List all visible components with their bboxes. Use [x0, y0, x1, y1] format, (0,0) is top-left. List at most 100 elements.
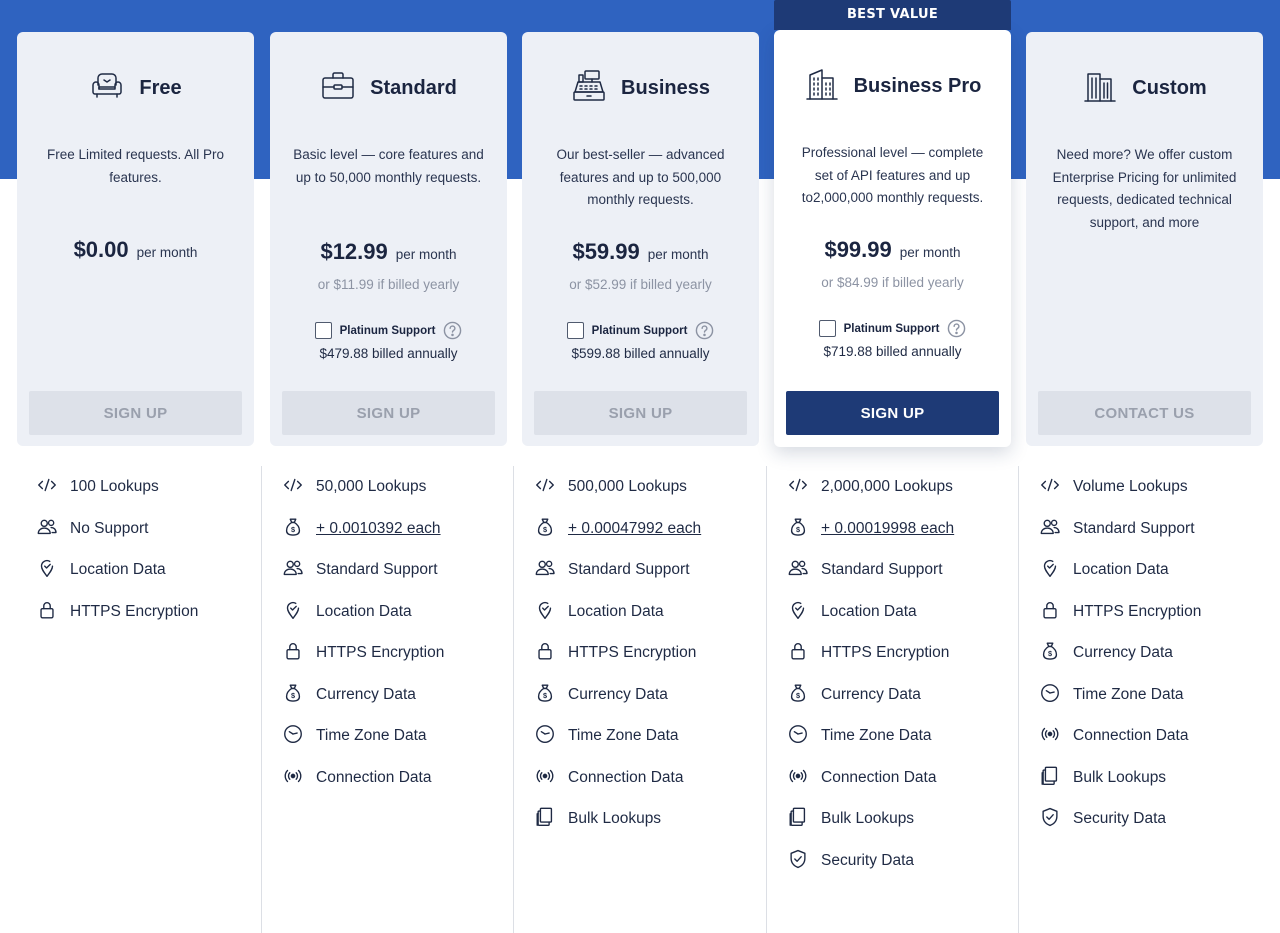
feature-label: Standard Support [1073, 520, 1195, 537]
price-period: per month [136, 245, 198, 260]
money-bag-icon: $ [282, 516, 304, 543]
briefcase-icon [320, 68, 356, 108]
users-icon [534, 557, 556, 584]
sign-up-button[interactable]: SIGN UP [282, 391, 495, 435]
price-row: $12.99 per month [270, 239, 507, 265]
feature-label: HTTPS Encryption [316, 644, 445, 661]
feature-item: Time Zone Data [787, 721, 932, 751]
help-icon[interactable] [947, 319, 966, 338]
signal-icon [534, 765, 556, 792]
platinum-support-checkbox[interactable] [314, 322, 332, 339]
plan-name: Custom [1132, 76, 1207, 99]
feature-label: Location Data [1073, 561, 1169, 578]
feature-item[interactable]: $ + 0.00019998 each [787, 514, 954, 544]
feature-item: Connection Data [534, 763, 683, 793]
help-icon[interactable] [443, 321, 462, 340]
money-bag-icon: $ [787, 682, 809, 709]
users-icon [1039, 516, 1061, 543]
clock-icon [1039, 682, 1061, 709]
location-icon [787, 599, 809, 626]
lock-icon [787, 640, 809, 667]
platinum-support-checkbox[interactable] [566, 322, 584, 339]
svg-text:$: $ [291, 691, 295, 700]
platinum-support-label: Platinum Support [591, 324, 688, 337]
price-value: $59.99 [572, 239, 640, 264]
annual-price: $599.88 billed annually [571, 346, 710, 361]
money-bag-icon: $ [534, 682, 556, 709]
feature-item[interactable]: $ + 0.00047992 each [534, 514, 701, 544]
platinum-support-checkbox[interactable] [818, 320, 836, 337]
code-icon [787, 474, 809, 501]
sign-up-button[interactable]: SIGN UP [534, 391, 747, 435]
price-period: per month [647, 247, 709, 262]
plan-name: Free [139, 76, 182, 99]
clock-icon [787, 723, 809, 750]
feature-list: 500,000 Lookups $ + 0.00047992 each Standar… [513, 466, 765, 933]
feature-item: HTTPS Encryption [787, 638, 949, 668]
clock-icon [282, 723, 304, 750]
location-icon [534, 599, 556, 626]
feature-label: No Support [70, 520, 149, 537]
feature-item: $ Currency Data [787, 680, 921, 710]
contact-us-button[interactable]: CONTACT US [1038, 391, 1251, 435]
pricing-plans: Free Free Limited requests. All Pro featu… [0, 0, 1280, 933]
feature-item: Security Data [1039, 804, 1166, 834]
svg-text:$: $ [796, 691, 800, 700]
feature-item: $ Currency Data [1039, 638, 1173, 668]
lock-icon [36, 599, 58, 626]
per-lookup-price-link[interactable]: + 0.0010392 each [316, 520, 441, 538]
svg-text:$: $ [543, 525, 547, 534]
feature-item: Location Data [787, 597, 917, 627]
feature-label: Time Zone Data [821, 727, 932, 744]
feature-item: Connection Data [282, 763, 431, 793]
svg-text:$: $ [1048, 649, 1052, 658]
feature-label: Standard Support [316, 561, 438, 578]
clock-icon [534, 723, 556, 750]
feature-list: 50,000 Lookups $ + 0.0010392 each Standard … [261, 466, 513, 933]
plan-name: Business [621, 76, 710, 99]
per-lookup-price-link[interactable]: + 0.00019998 each [821, 520, 954, 538]
price-row: $59.99 per month [522, 239, 759, 265]
plan-name: Standard [370, 76, 457, 99]
money-bag-icon: $ [282, 682, 304, 709]
feature-label: Connection Data [821, 769, 937, 786]
plan-header: Business [522, 68, 759, 108]
sign-up-button[interactable]: SIGN UP [786, 391, 999, 435]
yearly-price: or $52.99 if billed yearly [569, 277, 712, 292]
feature-item: Standard Support [534, 555, 690, 585]
feature-item: No Support [36, 514, 148, 544]
code-icon [282, 474, 304, 501]
location-icon [36, 557, 58, 584]
feature-item: HTTPS Encryption [282, 638, 444, 668]
sign-up-button[interactable]: SIGN UP [29, 391, 242, 435]
help-icon[interactable] [695, 321, 714, 340]
feature-item: 100 Lookups [36, 472, 159, 502]
cash-register-icon [571, 68, 607, 108]
feature-label: Security Data [1073, 810, 1167, 827]
platinum-support-option: Platinum Support [522, 321, 759, 340]
building-icon [804, 66, 840, 106]
feature-label: Location Data [70, 561, 166, 578]
feature-label: Bulk Lookups [1073, 769, 1167, 786]
plan-header: Standard [270, 68, 507, 108]
feature-label: Currency Data [821, 686, 921, 703]
feature-label: Location Data [821, 603, 917, 620]
money-bag-icon: $ [787, 516, 809, 543]
feature-item[interactable]: $ + 0.0010392 each [282, 514, 441, 544]
feature-label: Security Data [821, 852, 915, 869]
lock-icon [534, 640, 556, 667]
feature-label: 2,000,000 Lookups [821, 478, 953, 495]
svg-text:$: $ [796, 525, 800, 534]
per-lookup-price-link[interactable]: + 0.00047992 each [568, 520, 701, 538]
armchair-icon [89, 68, 125, 108]
feature-label: HTTPS Encryption [568, 644, 697, 661]
price-period: per month [899, 245, 961, 260]
users-icon [36, 516, 58, 543]
best-value-banner: BEST VALUE [774, 0, 1011, 30]
feature-label: Time Zone Data [1073, 686, 1184, 703]
feature-label: Connection Data [568, 769, 684, 786]
feature-item: HTTPS Encryption [1039, 597, 1201, 627]
feature-item: $ Currency Data [282, 680, 416, 710]
feature-item: Time Zone Data [534, 721, 679, 751]
location-icon [1039, 557, 1061, 584]
